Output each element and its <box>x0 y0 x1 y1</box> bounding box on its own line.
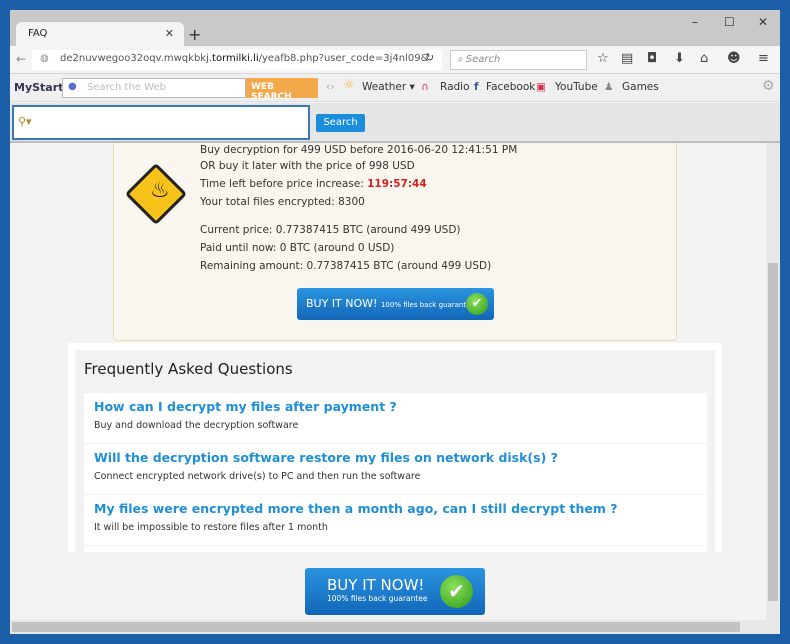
deadline-text: Buy decryption for 499 USD before 2016-0… <box>200 144 518 156</box>
faq-item: Will the decryption software restore my … <box>84 444 707 495</box>
mystart-placeholder: Search the Web <box>87 82 166 93</box>
url-prefix: de2nuvwegoo32oqv.mwqkbkj. <box>60 53 213 64</box>
home-icon[interactable]: ⌂ <box>700 51 708 66</box>
page-content: risk.com ♨ Buy decryption for 499 USD be… <box>10 143 766 620</box>
download-icon[interactable]: ⬇ <box>674 51 685 66</box>
paid-amount: Paid until now: 0 BTC (around 0 USD) <box>200 242 395 254</box>
browser-search-field[interactable]: ⌕ Search <box>450 50 587 70</box>
faq-answer: Buy and download the decryption software <box>94 420 299 431</box>
tab-faq[interactable]: FAQ ✕ <box>16 22 184 46</box>
games-icon: ♟ <box>604 81 614 93</box>
url-domain: tormilki.li <box>212 53 259 64</box>
search-toolbar: ⚲▾ Search <box>10 103 780 143</box>
faq-answer: Connect encrypted network drive(s) to PC… <box>94 471 421 482</box>
toolbar-search-input[interactable]: ⚲▾ <box>12 105 310 140</box>
browser-window: FAQ ✕ + – ☐ ✕ ← ◍ de2nuvwegoo32oqv.mwqkbkj… <box>10 10 780 634</box>
tab-title: FAQ <box>28 28 48 39</box>
buy-now-bottom-button[interactable]: BUY IT NOW! 100% files back guarantee ✔ <box>305 568 485 615</box>
url-path: /yeafb8.php?user_code=3j4nl09& <box>258 53 429 64</box>
scroll-thumb-horizontal[interactable] <box>12 622 740 632</box>
faq-title: Frequently Asked Questions <box>84 360 293 378</box>
url-field[interactable]: ◍ de2nuvwegoo32oqv.mwqkbkj.tormilki.li/ye… <box>32 50 442 70</box>
current-price: Current price: 0.77387415 BTC (around 49… <box>200 224 461 236</box>
countdown-timer: 119:57:44 <box>367 178 427 190</box>
faq-item: How can I decrypt my files after payment… <box>84 393 707 444</box>
faq-question[interactable]: How can I decrypt my files after payment… <box>94 399 697 414</box>
menu-icon[interactable]: ≡ <box>758 51 769 66</box>
close-window-button[interactable]: ✕ <box>758 15 768 29</box>
settings-gear-icon[interactable]: ⚙ <box>762 78 775 94</box>
globe-icon: ◍ <box>40 53 49 64</box>
maximize-button[interactable]: ☐ <box>724 15 735 29</box>
mystart-logo: MyStart <box>14 81 64 94</box>
facebook-icon: f <box>474 81 479 93</box>
vertical-scrollbar[interactable] <box>766 143 780 620</box>
reading-list-icon[interactable]: ▤ <box>621 51 633 66</box>
payment-box: ♨ Buy decryption for 499 USD before 2016… <box>113 143 677 341</box>
horizontal-scrollbar[interactable] <box>10 620 780 634</box>
buy-now-button[interactable]: BUY IT NOW! 100% files back guarantee ✔ <box>297 288 494 320</box>
time-left: Time left before price increase: 119:57:… <box>200 178 427 190</box>
youtube-icon: ▣ <box>536 81 546 93</box>
faq-question[interactable]: My files were encrypted more then a mont… <box>94 501 697 516</box>
pocket-icon[interactable]: ◘ <box>647 51 657 66</box>
weather-icon: ☼ <box>343 78 355 93</box>
search-placeholder: Search <box>465 54 501 65</box>
link-weather[interactable]: Weather ▾ <box>362 81 415 93</box>
tab-bar: FAQ ✕ + – ☐ ✕ <box>10 10 780 46</box>
search-icon: ● <box>68 81 77 92</box>
bookmark-star-icon[interactable]: ☆ <box>597 51 609 66</box>
new-tab-button[interactable]: + <box>188 25 201 44</box>
faq-question[interactable]: Will the decryption software restore my … <box>94 450 697 465</box>
back-icon[interactable]: ← <box>16 52 26 66</box>
files-encrypted-text: Your total files encrypted: 8300 <box>200 196 365 208</box>
remaining-amount: Remaining amount: 0.77387415 BTC (around… <box>200 260 492 272</box>
faq-item: My files were encrypted more then a mont… <box>84 495 707 546</box>
divider-icon: ‹› <box>326 81 335 93</box>
toolbar-search-button[interactable]: Search <box>316 114 365 132</box>
radio-icon: ∩ <box>421 81 429 93</box>
fire-icon: ♨ <box>150 178 170 203</box>
checkmark-icon: ✔ <box>466 293 488 315</box>
scroll-thumb[interactable] <box>768 263 778 601</box>
checkmark-icon: ✔ <box>440 575 473 608</box>
mystart-search-input[interactable]: ● Search the Web <box>62 78 246 98</box>
nav-bar: ← ◍ de2nuvwegoo32oqv.mwqkbkj.tormilki.li/… <box>10 46 780 74</box>
link-youtube[interactable]: YouTube <box>555 81 598 93</box>
later-price-text: OR buy it later with the price of 998 US… <box>200 160 415 172</box>
mystart-toolbar: MyStart ● Search the Web WEB SEARCH ‹› ☼ … <box>10 75 780 102</box>
web-search-button[interactable]: WEB SEARCH <box>246 78 318 102</box>
minimize-button[interactable]: – <box>692 15 698 29</box>
close-tab-icon[interactable]: ✕ <box>165 27 174 40</box>
link-radio[interactable]: Radio <box>440 81 470 93</box>
faq-answer: It will be impossible to restore files a… <box>94 522 328 533</box>
faq-list: How can I decrypt my files after payment… <box>84 393 707 552</box>
link-facebook[interactable]: Facebook <box>486 81 535 93</box>
smiley-icon[interactable]: ☻ <box>727 51 741 66</box>
link-games[interactable]: Games <box>622 81 659 93</box>
magnifier-icon: ⚲▾ <box>18 115 32 128</box>
reload-icon[interactable]: ↻ <box>425 51 434 64</box>
faq-section: Frequently Asked Questions How can I dec… <box>68 343 722 552</box>
